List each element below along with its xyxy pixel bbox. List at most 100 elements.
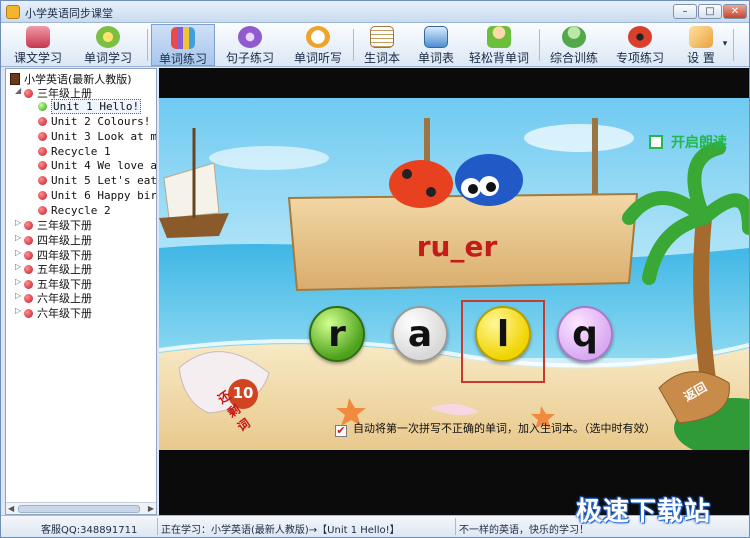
- tree-unit[interactable]: Unit 4 We love a: [38, 159, 156, 173]
- unit-bullet-icon: [38, 102, 47, 111]
- letter-choice-q[interactable]: q: [557, 306, 613, 362]
- toolbar-divider: [353, 29, 354, 61]
- slogan: 不一样的英语，快乐的学习！: [459, 525, 589, 536]
- flower-icon: [96, 26, 120, 48]
- tool-label: 单词学习: [83, 51, 132, 65]
- tool-text-study[interactable]: 课文学习: [7, 24, 69, 66]
- tree-unit[interactable]: Unit 2 Colours!: [38, 115, 150, 129]
- ladybug-icon: [628, 26, 652, 48]
- target-word: ru_er: [416, 230, 498, 263]
- tree-grade[interactable]: ▷ 六年级下册: [15, 305, 92, 320]
- minimize-button[interactable]: –: [673, 4, 697, 19]
- users-icon: [562, 26, 586, 48]
- tool-easy-memorize[interactable]: 轻松背单词: [465, 24, 533, 66]
- toolbar-divider: [733, 29, 734, 61]
- tool-label: 句子练习: [225, 51, 274, 65]
- close-button[interactable]: ✕: [723, 4, 747, 19]
- tool-label: 课文学习: [13, 51, 62, 65]
- expand-icon[interactable]: ▷: [15, 218, 21, 227]
- tree-grade[interactable]: ◢ 三年级上册: [15, 85, 92, 100]
- expand-icon[interactable]: ▷: [15, 277, 21, 286]
- app-window: 小学英语同步课堂 – □ ✕ 课文学习 单词学习 单词练习 句子练习 单词听写: [0, 0, 750, 538]
- unit-bullet-icon: [38, 206, 47, 215]
- tree-unit[interactable]: Unit 1 Hello!: [38, 99, 142, 114]
- game-area: 开启朗读 ru_er r a l q 还剩词 10 返回 ✔ 自动将第一次拼写不正…: [159, 68, 749, 515]
- tree-unit[interactable]: Recycle 1: [38, 145, 111, 159]
- tree-grade[interactable]: ▷ 六年级上册: [15, 290, 92, 305]
- expand-icon[interactable]: ▷: [15, 233, 21, 242]
- grade-bullet-icon: [24, 221, 33, 230]
- tool-label: 生词本: [363, 51, 400, 65]
- tree-grade[interactable]: ▷ 三年级下册: [15, 217, 92, 232]
- read-aloud-label: 开启朗读: [671, 135, 727, 151]
- wrench-icon: [689, 26, 713, 48]
- tool-sentence-practice[interactable]: 句子练习: [219, 24, 281, 66]
- tool-word-practice[interactable]: 单词练习: [151, 24, 215, 66]
- unit-bullet-icon: [38, 161, 47, 170]
- toolbar-divider: [147, 29, 148, 61]
- tree-grade[interactable]: ▷ 五年级上册: [15, 261, 92, 276]
- site-watermark: 极速下载站: [576, 497, 712, 527]
- tool-dictation[interactable]: 单词听写: [287, 24, 349, 66]
- scroll-left-icon[interactable]: ◀: [8, 504, 14, 513]
- auto-add-option[interactable]: ✔ 自动将第一次拼写不正确的单词，加入生词本。（选中时有效）: [335, 420, 656, 437]
- grade-bullet-icon: [24, 265, 33, 274]
- auto-add-label: 自动将第一次拼写不正确的单词，加入生词本。（选中时有效）: [353, 422, 656, 435]
- main-toolbar: 课文学习 单词学习 单词练习 句子练习 单词听写 生词本 单词表 轻松背单词 综…: [1, 23, 749, 67]
- toolbar-divider: [539, 29, 540, 61]
- auto-add-checkbox[interactable]: ✔: [335, 425, 347, 437]
- tool-label: 单词听写: [293, 51, 342, 65]
- letter-choice-r[interactable]: r: [309, 306, 365, 362]
- support-qq: 客服QQ:348891711: [41, 525, 138, 536]
- read-aloud-toggle[interactable]: 开启朗读: [649, 132, 727, 152]
- unit-bullet-icon: [38, 147, 47, 156]
- tree-grade[interactable]: ▷ 四年级下册: [15, 247, 92, 262]
- tool-comprehensive-training[interactable]: 综合训练: [543, 24, 605, 66]
- expand-icon[interactable]: ▷: [15, 291, 21, 300]
- read-aloud-checkbox[interactable]: [649, 135, 663, 149]
- clock-icon: [306, 26, 330, 48]
- unit-bullet-icon: [38, 176, 47, 185]
- tool-label: 轻松背单词: [468, 51, 529, 65]
- pencils-icon: [171, 27, 195, 49]
- tool-vocab-book[interactable]: 生词本: [357, 24, 407, 66]
- notepad-pencil-icon: [370, 26, 394, 48]
- course-tree[interactable]: 小学英语(最新人教版) ◢ 三年级上册 Unit 1 Hello! Unit 2 …: [5, 68, 157, 515]
- tool-word-list[interactable]: 单词表: [411, 24, 461, 66]
- expand-icon[interactable]: ▷: [15, 306, 21, 315]
- tree-grade[interactable]: ▷ 五年级下册: [15, 276, 92, 291]
- app-icon: [6, 5, 20, 19]
- tool-label: 单词练习: [158, 52, 207, 66]
- unit-bullet-icon: [38, 132, 47, 141]
- tree-unit[interactable]: Unit 3 Look at m: [38, 130, 156, 144]
- headphones-icon: [238, 26, 262, 48]
- scrollbar-thumb[interactable]: [18, 505, 140, 513]
- tree-unit[interactable]: Recycle 2: [38, 204, 111, 218]
- horizontal-scrollbar[interactable]: ◀ ▶: [6, 502, 156, 514]
- remaining-count: 10: [232, 384, 254, 402]
- unit-bullet-icon: [38, 117, 47, 126]
- scroll-right-icon[interactable]: ▶: [148, 504, 154, 513]
- window-title: 小学英语同步课堂: [25, 7, 113, 20]
- reading-icon: [487, 26, 511, 48]
- tree-grade[interactable]: ▷ 四年级上册: [15, 232, 92, 247]
- maximize-button[interactable]: □: [698, 4, 722, 19]
- tree-unit[interactable]: Unit 6 Happy bir: [38, 189, 156, 203]
- grade-bullet-icon: [24, 309, 33, 318]
- tool-special-practice[interactable]: 专项练习: [609, 24, 671, 66]
- tree-root[interactable]: 小学英语(最新人教版): [10, 71, 132, 86]
- collapse-icon[interactable]: ◢: [15, 86, 21, 95]
- status-divider: [157, 518, 158, 535]
- tool-label: 单词表: [417, 51, 454, 65]
- letter-choice-a[interactable]: a: [392, 306, 448, 362]
- books-icon: [26, 26, 50, 48]
- tool-word-study[interactable]: 单词学习: [77, 24, 139, 66]
- unit-bullet-icon: [38, 191, 47, 200]
- book-search-icon: [424, 26, 448, 48]
- expand-icon[interactable]: ▷: [15, 248, 21, 257]
- grade-bullet-icon: [24, 280, 33, 289]
- expand-icon[interactable]: ▷: [15, 262, 21, 271]
- book-icon: [10, 73, 20, 85]
- tree-unit[interactable]: Unit 5 Let's eat: [38, 174, 156, 188]
- title-bar: 小学英语同步课堂 – □ ✕: [1, 1, 749, 23]
